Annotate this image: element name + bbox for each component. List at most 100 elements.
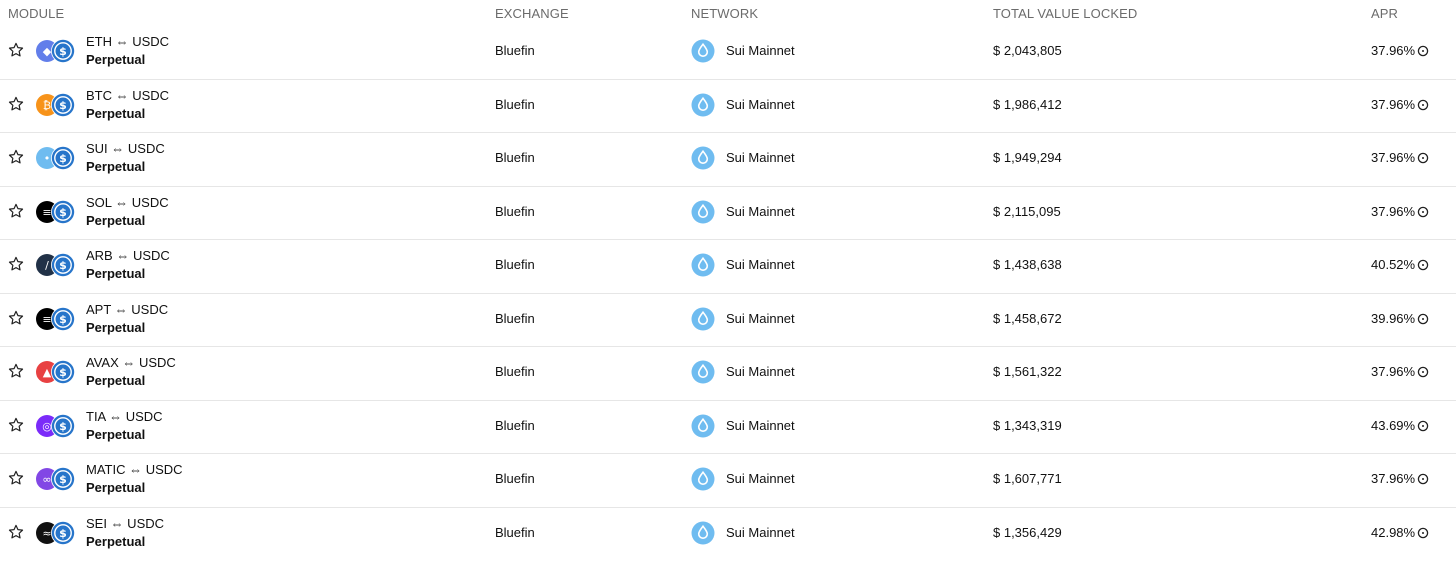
apr-value: 43.69% (1371, 418, 1415, 433)
usdc-icon: $ (51, 253, 75, 277)
table-row[interactable]: ∞ $ MATIC ⇔ USDC Perpetual Bluefin Sui M… (0, 454, 1456, 508)
pair-type: Perpetual (86, 319, 168, 337)
pair-name: ARB ⇔ USDC (86, 247, 170, 265)
apr-value: 37.96% (1371, 43, 1415, 58)
info-circle-icon[interactable] (1417, 527, 1429, 539)
network-name: Sui Mainnet (726, 471, 795, 486)
pair-icons: ≡ $ (35, 200, 77, 224)
table-header: MODULE EXCHANGE NETWORK TOTAL VALUE LOCK… (0, 0, 1456, 26)
svg-text:$: $ (59, 99, 67, 112)
total-value-locked: $ 1,438,638 (993, 257, 1062, 272)
table-row[interactable]: ≡ $ APT ⇔ USDC Perpetual Bluefin Sui Mai… (0, 294, 1456, 348)
pair-text: ARB ⇔ USDC Perpetual (86, 247, 170, 283)
table-row[interactable]: / $ ARB ⇔ USDC Perpetual Bluefin Sui Mai… (0, 240, 1456, 294)
network-name: Sui Mainnet (726, 43, 795, 58)
pair-icons: ▲ $ (35, 360, 77, 384)
apr-value: 42.98% (1371, 525, 1415, 540)
info-circle-icon[interactable] (1417, 366, 1429, 378)
star-outline-icon[interactable] (7, 309, 25, 327)
usdc-icon: $ (51, 93, 75, 117)
apr-value: 37.96% (1371, 150, 1415, 165)
star-outline-icon[interactable] (7, 255, 25, 273)
table-row[interactable]: ≡ $ SOL ⇔ USDC Perpetual Bluefin Sui Mai… (0, 187, 1456, 241)
svg-text:/: / (45, 259, 49, 272)
table-row[interactable]: • $ SUI ⇔ USDC Perpetual Bluefin Sui Mai… (0, 133, 1456, 187)
pair-type: Perpetual (86, 51, 169, 69)
table-row[interactable]: ◎ $ TIA ⇔ USDC Perpetual Bluefin Sui Mai… (0, 401, 1456, 455)
exchange-name: Bluefin (495, 150, 535, 165)
star-outline-icon[interactable] (7, 469, 25, 487)
table-row[interactable]: ≈ $ SEI ⇔ USDC Perpetual Bluefin Sui Mai… (0, 508, 1456, 561)
exchange-name: Bluefin (495, 257, 535, 272)
table-row[interactable]: ▲ $ AVAX ⇔ USDC Perpetual Bluefin Sui Ma… (0, 347, 1456, 401)
total-value-locked: $ 1,561,322 (993, 364, 1062, 379)
total-value-locked: $ 1,986,412 (993, 97, 1062, 112)
exchange-name: Bluefin (495, 97, 535, 112)
info-circle-icon[interactable] (1417, 45, 1429, 57)
apr-value: 39.96% (1371, 311, 1415, 326)
sui-drop-icon (691, 360, 715, 384)
info-circle-icon[interactable] (1417, 313, 1429, 325)
info-circle-icon[interactable] (1417, 420, 1429, 432)
svg-text:$: $ (59, 152, 67, 165)
svg-text:$: $ (59, 313, 67, 326)
star-outline-icon[interactable] (7, 416, 25, 434)
header-module[interactable]: MODULE (8, 6, 64, 21)
network-name: Sui Mainnet (726, 418, 795, 433)
pair-name: SUI ⇔ USDC (86, 140, 165, 158)
header-apr[interactable]: APR (1371, 6, 1398, 21)
network-name: Sui Mainnet (726, 311, 795, 326)
star-outline-icon[interactable] (7, 41, 25, 59)
usdc-icon: $ (51, 521, 75, 545)
usdc-icon: $ (51, 307, 75, 331)
info-circle-icon[interactable] (1417, 152, 1429, 164)
modules-table: MODULE EXCHANGE NETWORK TOTAL VALUE LOCK… (0, 0, 1456, 556)
header-total-value-locked[interactable]: TOTAL VALUE LOCKED (993, 6, 1137, 21)
table-row[interactable]: ◆ $ ETH ⇔ USDC Perpetual Bluefin Sui Mai… (0, 26, 1456, 80)
info-circle-icon[interactable] (1417, 259, 1429, 271)
pair-type: Perpetual (86, 212, 169, 230)
apr-value: 37.96% (1371, 364, 1415, 379)
exchange-name: Bluefin (495, 364, 535, 379)
pair-text: ETH ⇔ USDC Perpetual (86, 33, 169, 69)
pair-type: Perpetual (86, 426, 163, 444)
pair-type: Perpetual (86, 158, 165, 176)
header-network[interactable]: NETWORK (691, 6, 758, 21)
pair-name: AVAX ⇔ USDC (86, 354, 176, 372)
total-value-locked: $ 1,607,771 (993, 471, 1062, 486)
star-outline-icon[interactable] (7, 95, 25, 113)
star-outline-icon[interactable] (7, 362, 25, 380)
total-value-locked: $ 1,949,294 (993, 150, 1062, 165)
pair-name: SOL ⇔ USDC (86, 194, 169, 212)
pair-icons: ≈ $ (35, 521, 77, 545)
table-row[interactable]: ₿ $ BTC ⇔ USDC Perpetual Bluefin Sui Mai… (0, 80, 1456, 134)
exchange-name: Bluefin (495, 471, 535, 486)
total-value-locked: $ 1,343,319 (993, 418, 1062, 433)
pair-text: SUI ⇔ USDC Perpetual (86, 140, 165, 176)
header-exchange[interactable]: EXCHANGE (495, 6, 569, 21)
info-circle-icon[interactable] (1417, 99, 1429, 111)
pair-text: SEI ⇔ USDC Perpetual (86, 515, 164, 551)
star-outline-icon[interactable] (7, 202, 25, 220)
network-name: Sui Mainnet (726, 257, 795, 272)
pair-type: Perpetual (86, 105, 169, 123)
star-outline-icon[interactable] (7, 523, 25, 541)
pair-name: APT ⇔ USDC (86, 301, 168, 319)
svg-text:$: $ (59, 206, 67, 219)
exchange-name: Bluefin (495, 204, 535, 219)
info-circle-icon[interactable] (1417, 473, 1429, 485)
apr-value: 37.96% (1371, 471, 1415, 486)
svg-text:$: $ (59, 420, 67, 433)
sui-drop-icon (691, 307, 715, 331)
svg-text:$: $ (59, 45, 67, 58)
star-outline-icon[interactable] (7, 148, 25, 166)
pair-name: MATIC ⇔ USDC (86, 461, 183, 479)
apr-value: 37.96% (1371, 204, 1415, 219)
pair-type: Perpetual (86, 533, 164, 551)
exchange-name: Bluefin (495, 43, 535, 58)
info-circle-icon[interactable] (1417, 206, 1429, 218)
total-value-locked: $ 1,458,672 (993, 311, 1062, 326)
pair-icons: ◎ $ (35, 414, 77, 438)
pair-text: MATIC ⇔ USDC Perpetual (86, 461, 183, 497)
network-name: Sui Mainnet (726, 97, 795, 112)
